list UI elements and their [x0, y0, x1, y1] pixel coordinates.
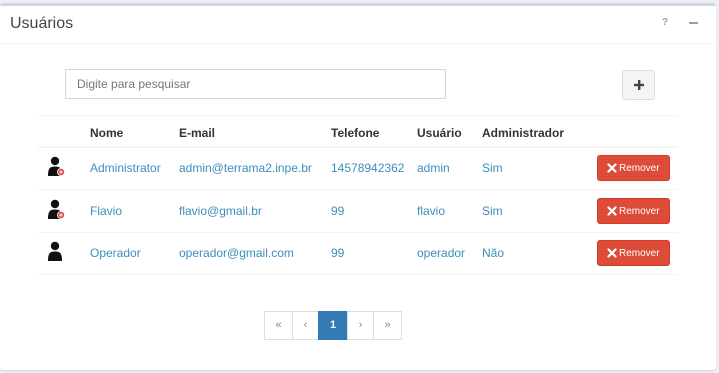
column-header-phone: Telefone: [331, 126, 380, 140]
user-username[interactable]: admin: [417, 161, 450, 175]
user-email[interactable]: flavio@gmail.br: [179, 204, 262, 218]
user-admin[interactable]: Não: [482, 246, 504, 260]
user-admin[interactable]: Sim: [482, 204, 503, 218]
table-header: Nome E-mail Telefone Usuário Administrad…: [38, 115, 678, 148]
user-admin[interactable]: Sim: [482, 161, 503, 175]
close-icon: [607, 163, 617, 173]
user-phone[interactable]: 99: [331, 204, 344, 218]
plus-icon: [634, 80, 644, 90]
minimize-icon[interactable]: [688, 17, 700, 31]
column-header-name: Nome: [90, 126, 124, 140]
help-icon[interactable]: ?: [659, 17, 671, 31]
table-row: Operador operador@gmail.com 99 operador …: [38, 233, 678, 275]
remove-button[interactable]: Remover: [597, 155, 670, 181]
close-icon: [607, 206, 617, 216]
pagination-first-button[interactable]: «: [264, 311, 293, 340]
search-input[interactable]: [65, 69, 446, 99]
pagination-last-button[interactable]: »: [373, 311, 402, 340]
user-icon: [48, 241, 62, 261]
user-admin-icon: [48, 156, 65, 176]
remove-button[interactable]: Remover: [597, 198, 670, 224]
user-admin-icon: [48, 199, 65, 219]
remove-label: Remover: [619, 163, 660, 174]
column-header-email: E-mail: [179, 126, 216, 140]
user-name[interactable]: Operador: [90, 246, 141, 260]
column-header-username: Usuário: [417, 126, 462, 140]
table-row: Flavio flavio@gmail.br 99 flavio Sim Rem…: [38, 191, 678, 233]
close-icon: [607, 248, 617, 258]
user-email[interactable]: operador@gmail.com: [179, 246, 294, 260]
user-phone[interactable]: 99: [331, 246, 344, 260]
table-row: Administrator admin@terrama2.inpe.br 145…: [38, 148, 678, 190]
user-phone[interactable]: 14578942362: [331, 161, 404, 175]
pagination-next-button[interactable]: ›: [347, 311, 374, 340]
remove-label: Remover: [619, 248, 660, 259]
user-username[interactable]: flavio: [417, 204, 445, 218]
remove-button[interactable]: Remover: [597, 240, 670, 266]
column-header-admin: Administrador: [482, 126, 565, 140]
pagination-prev-button[interactable]: ‹: [292, 311, 319, 340]
panel-title: Usuários: [10, 15, 74, 32]
pagination-page-current[interactable]: 1: [318, 311, 348, 340]
remove-label: Remover: [619, 206, 660, 217]
add-user-button[interactable]: [622, 70, 655, 100]
user-email[interactable]: admin@terrama2.inpe.br: [179, 161, 312, 175]
user-name[interactable]: Flavio: [90, 204, 122, 218]
panel-header: Usuários ?: [0, 6, 716, 44]
user-name[interactable]: Administrator: [90, 161, 161, 175]
user-username[interactable]: operador: [417, 246, 465, 260]
